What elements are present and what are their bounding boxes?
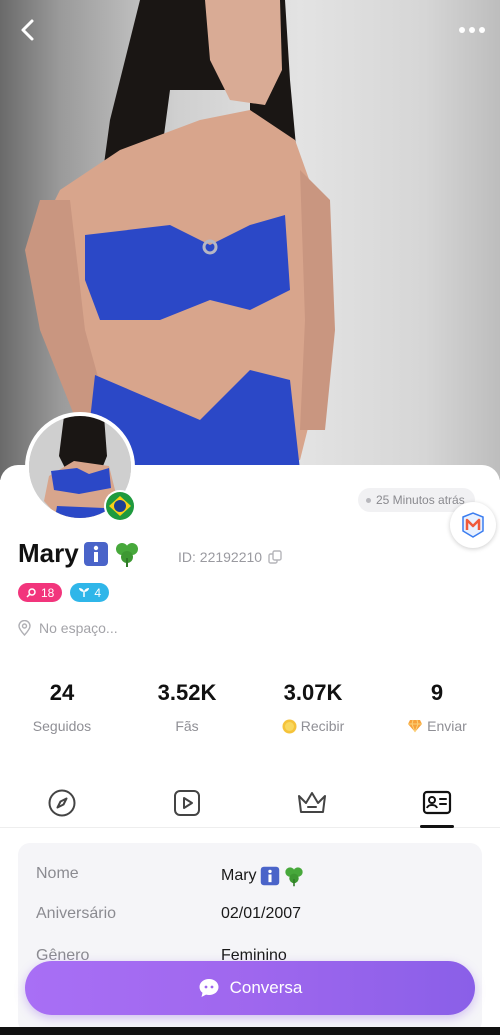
- stat-fans[interactable]: 3.52K Fãs: [132, 680, 242, 734]
- tab-moments[interactable]: [32, 782, 92, 828]
- profile-card-icon: [422, 790, 452, 815]
- shamrock-emoji-icon: [115, 542, 138, 567]
- location: No espaço...: [18, 620, 118, 636]
- chevron-left-icon: [21, 19, 34, 41]
- info-tile-emoji-icon: [260, 866, 279, 886]
- shamrock-emoji-icon: [284, 867, 303, 887]
- chat-bubble-icon: [199, 979, 219, 997]
- stat-sent[interactable]: 9 Enviar: [382, 680, 492, 734]
- gender-icon: [26, 588, 36, 598]
- profile-name-row: Mary: [18, 538, 141, 569]
- chat-button-label: Conversa: [229, 978, 303, 997]
- compass-icon: [48, 789, 76, 817]
- location-pin-icon: [18, 620, 31, 636]
- more-dots-icon: [459, 27, 485, 33]
- level-badge-value: 18: [41, 585, 55, 600]
- m-logo-badge[interactable]: [450, 502, 496, 548]
- more-options-button[interactable]: [452, 10, 492, 50]
- badge-row: 18 4: [18, 583, 110, 602]
- tab-vip[interactable]: [282, 782, 342, 828]
- location-text: No espaço...: [39, 620, 118, 636]
- chat-button[interactable]: Conversa: [25, 961, 475, 1015]
- profile-name: Mary: [18, 538, 79, 568]
- brazil-flag-icon: [104, 490, 136, 522]
- active-tab-indicator: [420, 825, 454, 828]
- diamond-icon: [408, 719, 423, 733]
- back-button[interactable]: [8, 10, 48, 50]
- profile-tabs: [0, 782, 500, 828]
- plant-badge-value: 4: [94, 585, 102, 600]
- info-key: Aniversário: [36, 905, 117, 922]
- info-value-text: Mary: [221, 867, 257, 884]
- online-dot-icon: [366, 497, 371, 503]
- stat-value: 3.07K: [283, 680, 343, 705]
- stat-following[interactable]: 24 Seguidos: [7, 680, 117, 734]
- plant-badge: 4: [70, 583, 110, 602]
- video-icon: [174, 790, 200, 816]
- info-value: Mary: [221, 865, 305, 887]
- name-emoji-group: [83, 540, 141, 568]
- stat-value: 3.52K: [157, 680, 217, 705]
- crown-icon: [298, 792, 326, 813]
- user-id[interactable]: ID: 22192210: [178, 549, 282, 565]
- info-value: 02/01/2007: [221, 905, 302, 922]
- tab-profile-info[interactable]: [407, 782, 467, 828]
- stat-label: Recibir: [300, 718, 345, 734]
- stat-label: Fãs: [175, 718, 199, 734]
- info-key: Nome: [36, 865, 79, 882]
- copy-icon[interactable]: [268, 550, 282, 564]
- last-seen-text: 25 Minutos atrás: [376, 493, 465, 507]
- stat-label: Enviar: [427, 718, 467, 734]
- stats-row: 24 Seguidos 3.52K Fãs 3.07K Recibir 9 En…: [0, 680, 500, 740]
- stat-label: Seguidos: [32, 718, 92, 734]
- m-logo-icon: [462, 512, 484, 538]
- stat-received[interactable]: 3.07K Recibir: [258, 680, 368, 734]
- sprout-icon: [79, 588, 90, 597]
- cover-photo-illustration: [25, 0, 335, 470]
- tab-videos[interactable]: [157, 782, 217, 828]
- level-badge: 18: [18, 583, 63, 602]
- user-id-text: ID: 22192210: [178, 549, 263, 565]
- coin-icon: [282, 719, 297, 733]
- cover-photo: [0, 0, 500, 480]
- system-nav-bar: [0, 1027, 500, 1035]
- stat-value: 9: [430, 680, 444, 705]
- info-tile-emoji-icon: [83, 541, 108, 566]
- stat-value: 24: [49, 680, 75, 705]
